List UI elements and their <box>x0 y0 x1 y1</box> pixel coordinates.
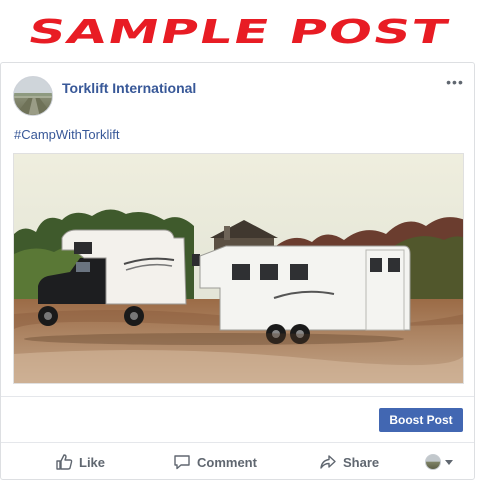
post-hashtag-text[interactable]: #CampWithTorklift <box>14 127 119 142</box>
thumbs-up-icon <box>56 454 73 470</box>
like-label: Like <box>79 454 106 470</box>
boost-post-button[interactable]: Boost Post <box>379 408 463 432</box>
sample-post-banner: SAMPLE POST <box>0 10 477 54</box>
posting-as-selector[interactable] <box>425 454 453 470</box>
more-dots-icon[interactable]: ••• <box>446 75 464 89</box>
share-label: Share <box>343 454 380 470</box>
comment-label: Comment <box>197 454 257 470</box>
mini-avatar <box>425 454 441 470</box>
comment-button[interactable]: Comment <box>173 453 257 471</box>
banner-text: SAMPLE POST <box>24 12 453 51</box>
page-avatar[interactable] <box>13 76 53 116</box>
chevron-down-icon <box>445 459 453 465</box>
divider-actions <box>1 442 474 443</box>
divider-top <box>1 396 474 397</box>
share-arrow-icon <box>320 455 336 469</box>
like-button[interactable]: Like <box>55 453 105 471</box>
post-photo[interactable] <box>13 153 464 384</box>
page-name-link[interactable]: Torklift International <box>62 80 196 96</box>
post-actions-bar: Like Comment Share <box>1 445 474 479</box>
avatar-road-image <box>14 77 52 115</box>
comment-bubble-icon <box>174 455 190 470</box>
post-card: Torklift International ••• #CampWithTork… <box>0 62 475 480</box>
truck-camper-trailer-photo <box>14 154 463 383</box>
share-button[interactable]: Share <box>319 453 379 471</box>
